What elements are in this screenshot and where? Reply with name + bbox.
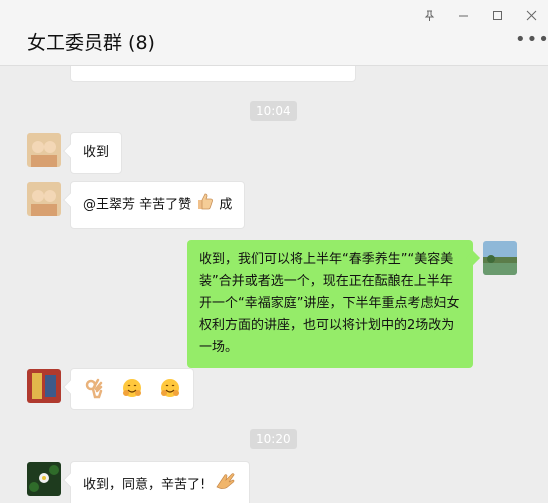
bubble-tail — [62, 143, 78, 159]
maximize-icon[interactable] — [480, 0, 514, 30]
message-text: 收到，我们可以将上半年“春季养生”“美容美装”合并或者选一个，现在正在酝酿在上半… — [199, 252, 460, 355]
message-bubble-partial[interactable] — [70, 66, 356, 82]
chat-header: 女工委员群 (8) ••• — [0, 0, 548, 66]
bubble-tail — [62, 192, 78, 208]
avatar[interactable] — [27, 182, 61, 216]
chat-window: 女工委员群 (8) ••• 10:04 收到 @王翠芳 辛苦了赞 成 收到，我们… — [0, 0, 548, 503]
chat-title: 女工委员群 (8) — [27, 32, 155, 54]
timestamp: 10:04 — [250, 101, 297, 121]
bubble-tail — [465, 250, 481, 266]
thumbs-up-icon — [195, 191, 215, 219]
close-icon[interactable] — [514, 0, 548, 30]
timestamp: 10:20 — [250, 429, 297, 449]
avatar-me[interactable] — [483, 241, 517, 275]
message-text: @王翠芳 辛苦了赞 — [83, 197, 192, 213]
window-controls — [412, 0, 548, 30]
message-list[interactable]: 10:04 收到 @王翠芳 辛苦了赞 成 收到，我们可以将上半年“春季养生”“美… — [0, 66, 548, 503]
message-bubble[interactable]: @王翠芳 辛苦了赞 成 — [62, 181, 246, 229]
message-bubble[interactable] — [62, 368, 195, 410]
avatar[interactable] — [27, 369, 61, 403]
message-text: 收到，同意，辛苦了! — [83, 477, 206, 493]
hug-face-icon — [121, 377, 143, 407]
avatar[interactable] — [27, 462, 61, 496]
message-bubble[interactable]: 收到，同意，辛苦了! — [62, 461, 251, 503]
ok-hand-icon — [83, 377, 105, 407]
message-bubble-me[interactable]: 收到，我们可以将上半年“春季养生”“美容美装”合并或者选一个，现在正在酝酿在上半… — [187, 240, 481, 368]
minimize-icon[interactable] — [446, 0, 480, 30]
message-text: 收到 — [83, 145, 110, 160]
avatar[interactable] — [27, 133, 61, 167]
bubble-tail — [62, 472, 78, 488]
message-text: 成 — [219, 197, 233, 213]
message-bubble[interactable]: 收到 — [62, 132, 123, 174]
bubble-tail — [62, 379, 78, 395]
hug-face-icon — [159, 377, 181, 407]
pin-icon[interactable] — [412, 0, 446, 30]
clap-hands-icon — [215, 471, 237, 499]
more-icon[interactable]: ••• — [515, 31, 548, 49]
